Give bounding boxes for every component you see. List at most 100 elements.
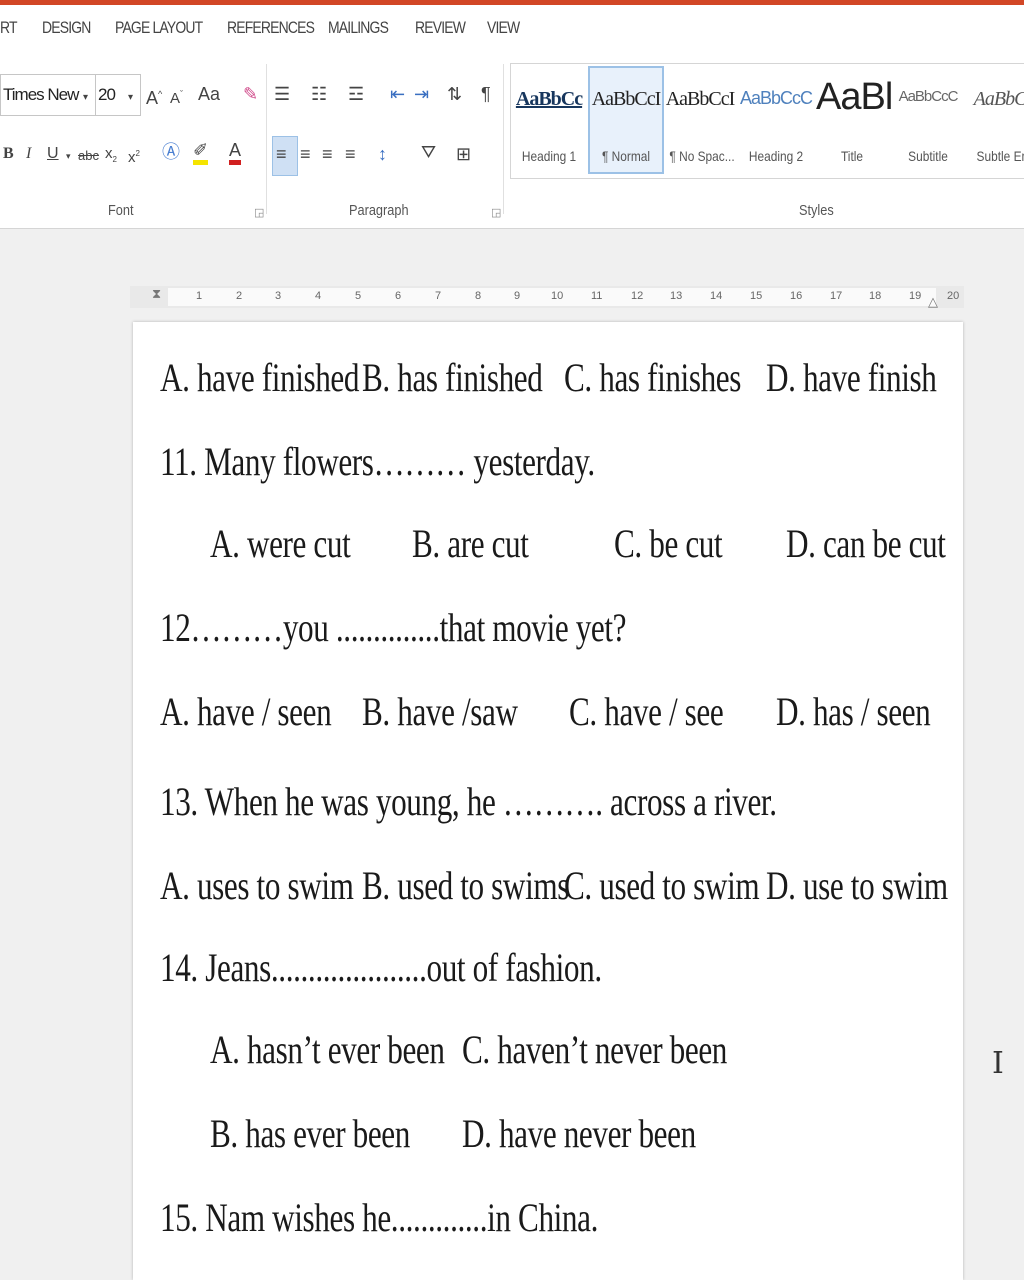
q11-option-d: D. can be cut (786, 521, 946, 566)
dialog-launcher-icon[interactable]: ◲ (254, 206, 264, 219)
chevron-down-icon[interactable]: ▾ (83, 88, 88, 108)
numbering-icon[interactable]: ☷ (311, 84, 327, 104)
style-sample: AaBbCcC (740, 88, 813, 108)
ruler-number: 8 (475, 290, 482, 302)
strikethrough-icon[interactable]: abc (78, 146, 99, 166)
q14-option-c: C. haven’t never been (462, 1027, 727, 1072)
q12-question: 12………you ..............that movie yet? (160, 605, 627, 650)
style-name: Subtitle (908, 148, 948, 164)
underline-icon[interactable]: U (47, 144, 59, 164)
highlight-icon[interactable]: ✐ (193, 140, 209, 165)
multilevel-list-icon[interactable]: ☲ (348, 84, 364, 104)
q13-question: 13. When he was young, he ………. across a … (160, 779, 777, 824)
style-subtle-emphasis[interactable]: AaBbCc Subtle Em (968, 68, 1024, 172)
q12-option-b: B. have /saw (362, 689, 518, 734)
subscript-icon[interactable]: x2 (105, 144, 117, 170)
ruler-number: 12 (631, 290, 644, 302)
style-heading-2[interactable]: AaBbCcC Heading 2 (740, 68, 813, 172)
chevron-down-icon[interactable]: ▾ (66, 146, 71, 166)
styles-group-label: Styles (799, 202, 834, 219)
decrease-indent-icon[interactable]: ⇤ (390, 84, 405, 104)
q11-option-c: C. be cut (614, 521, 723, 566)
style-normal[interactable]: AaBbCcI ¶ Normal (588, 66, 664, 174)
shrink-font-icon[interactable]: Aˇ (170, 84, 183, 109)
font-size-value: 20 (98, 85, 116, 104)
font-color-icon[interactable]: A (229, 140, 242, 165)
ruler-number: 4 (315, 290, 322, 302)
borders-icon[interactable]: ⊞ (456, 144, 471, 164)
style-name: Heading 2 (748, 148, 804, 164)
font-name-box[interactable]: Times New Ro (0, 74, 96, 116)
q11-option-a: A. were cut (210, 521, 351, 566)
clear-formatting-icon[interactable]: ✎ (243, 84, 258, 104)
tab-design[interactable]: DESIGN (42, 18, 91, 38)
ruler-number: 3 (275, 290, 282, 302)
ruler-number: 1 (196, 290, 203, 302)
style-sample: AaBbCc (973, 88, 1024, 110)
justify-icon[interactable]: ≡ (345, 144, 356, 164)
q14-option-d: D. have never been (462, 1111, 696, 1156)
ruler-number: 7 (435, 290, 442, 302)
q13-option-c: C. used to swim (564, 863, 760, 908)
paragraph-group-label: Paragraph (349, 202, 409, 219)
style-subtitle[interactable]: AaBbCcC Subtitle (892, 68, 964, 172)
q11-option-b: B. are cut (412, 521, 529, 566)
chevron-down-icon[interactable]: ▾ (128, 88, 133, 108)
style-sample: AaBbCcI (591, 88, 662, 110)
style-heading-1[interactable]: AaBbCc Heading 1 (513, 68, 585, 172)
ruler-number: 11 (591, 290, 603, 302)
font-group-label: Font (108, 202, 134, 219)
align-center-icon[interactable]: ≡ (300, 144, 311, 164)
tab-view[interactable]: VIEW (487, 18, 520, 38)
show-formatting-marks-icon[interactable]: ¶ (481, 84, 491, 104)
style-no-spacing[interactable]: AaBbCcI ¶ No Spac... (664, 68, 736, 172)
superscript-icon[interactable]: x2 (128, 144, 140, 168)
tab-mailings[interactable]: MAILINGS (328, 18, 389, 38)
font-size-box[interactable]: 20 (95, 74, 141, 116)
style-name: Title (840, 148, 864, 164)
sort-icon[interactable]: ⇅ (447, 84, 462, 104)
q10-option-b: B. has finished (362, 355, 543, 400)
grow-font-icon[interactable]: A^ (146, 84, 162, 108)
right-indent-marker-icon[interactable]: △ (928, 292, 938, 312)
ibeam-cursor-icon: I (992, 1046, 1004, 1081)
dialog-launcher-icon[interactable]: ◲ (491, 206, 501, 219)
line-spacing-icon[interactable]: ↕ (378, 144, 387, 164)
tab-review[interactable]: REVIEW (415, 18, 466, 38)
bullets-icon[interactable]: ☰ (274, 84, 290, 104)
tab-references[interactable]: REFERENCES (227, 18, 315, 38)
align-left-icon[interactable]: ≡ (276, 144, 287, 164)
styles-gallery: AaBbCc Heading 1 AaBbCcI ¶ Normal AaBbCc… (510, 63, 1024, 179)
tab-page-layout[interactable]: PAGE LAYOUT (115, 18, 203, 38)
ruler-number: 17 (830, 290, 843, 302)
bold-icon[interactable]: B (3, 144, 14, 164)
italic-icon[interactable]: I (26, 144, 31, 164)
tab-insert[interactable]: RT (0, 18, 18, 38)
ruler-number: 5 (355, 290, 362, 302)
text-effects-icon[interactable]: Ⓐ (162, 142, 180, 162)
style-title[interactable]: AaBl Title (816, 68, 893, 172)
q12-option-c: C. have / see (569, 689, 724, 734)
ruler-number: 19 (909, 290, 922, 302)
q13-option-a: A. uses to swim (160, 863, 354, 908)
q14-option-a: A. hasn’t ever been (210, 1027, 445, 1072)
ruler-number: 6 (395, 290, 402, 302)
shading-icon[interactable]: ⛛ (421, 142, 436, 162)
ribbon-tabs: RT DESIGN PAGE LAYOUT REFERENCES MAILING… (0, 5, 1024, 53)
style-sample: AaBl (816, 76, 893, 118)
style-sample: AaBbCcC (898, 88, 959, 105)
style-name: ¶ Normal (601, 148, 651, 164)
q15-question: 15. Nam wishes he.............in China. (160, 1195, 599, 1240)
indent-marker-icon[interactable]: ⧗ (152, 284, 161, 304)
ruler-number: 15 (750, 290, 763, 302)
change-case-icon[interactable]: Aa (198, 84, 220, 104)
ruler-number: 16 (790, 290, 803, 302)
q10-option-a: A. have finished (160, 355, 360, 400)
group-separator (503, 64, 504, 214)
style-name: ¶ No Spac... (669, 148, 735, 164)
ruler-number: 18 (869, 290, 882, 302)
align-right-icon[interactable]: ≡ (322, 144, 333, 164)
increase-indent-icon[interactable]: ⇥ (414, 84, 429, 104)
ruler-number: 13 (670, 290, 683, 302)
q14-option-b: B. has ever been (210, 1111, 410, 1156)
